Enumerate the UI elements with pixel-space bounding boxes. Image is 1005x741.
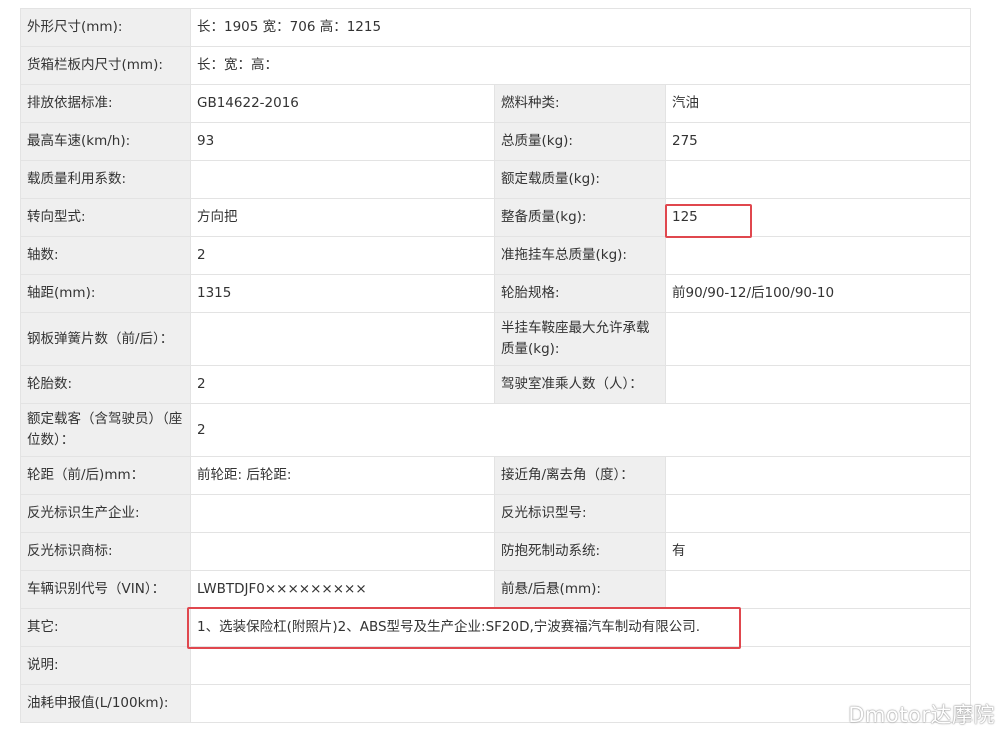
label-notes: 说明:	[20, 646, 191, 685]
value-tire-count: 2	[190, 365, 495, 404]
label-other: 其它:	[20, 608, 191, 647]
value-reflector-model	[664, 494, 972, 533]
label-total-mass: 总质量(kg):	[494, 122, 666, 161]
label-wheelbase: 轴距(mm):	[20, 274, 191, 313]
row-load-factor: 载质量利用系数: 额定载质量(kg):	[20, 160, 972, 199]
value-cargo-box: 长：宽：高：	[189, 46, 972, 85]
label-fuel: 燃料种类:	[494, 84, 666, 123]
label-cargo-box: 货箱栏板内尺寸(mm):	[20, 46, 191, 85]
label-load-factor: 载质量利用系数:	[20, 160, 191, 199]
value-total-mass: 275	[664, 122, 972, 161]
value-overhang	[664, 570, 972, 609]
value-tire-spec: 前90/90-12/后100/90-10	[664, 274, 972, 313]
row-tires: 轮胎数: 2 驾驶室准乘人数（人）：	[20, 365, 972, 404]
value-reflector-brand	[190, 532, 495, 571]
label-dimensions: 外形尺寸(mm):	[20, 8, 191, 47]
label-reflector-brand: 反光标识商标:	[20, 532, 191, 571]
label-trailer-mass: 准拖挂车总质量(kg):	[494, 236, 666, 275]
label-reflector-model: 反光标识型号:	[494, 494, 666, 533]
value-axles: 2	[190, 236, 495, 275]
label-rated-passengers: 额定载客（含驾驶员）（座位数）：	[20, 403, 191, 457]
value-steering: 方向把	[190, 198, 495, 237]
label-leaf-spring: 钢板弹簧片数（前/后）：	[20, 312, 191, 366]
label-fuel-consumption: 油耗申报值(L/100km):	[20, 684, 191, 723]
row-reflector-brand: 反光标识商标: 防抱死制动系统: 有	[20, 532, 972, 571]
row-axles: 轴数: 2 准拖挂车总质量(kg):	[20, 236, 972, 275]
value-vin: LWBTDJF0×××××××××	[190, 570, 495, 609]
label-axles: 轴数:	[20, 236, 191, 275]
row-track: 轮距（前/后)mm： 前轮距: 后轮距: 接近角/离去角（度）：	[20, 456, 972, 495]
row-speed: 最高车速(km/h): 93 总质量(kg): 275	[20, 122, 972, 161]
label-abs: 防抱死制动系统:	[494, 532, 666, 571]
value-abs: 有	[664, 532, 972, 571]
curb-mass-highlight	[665, 204, 752, 238]
value-reflector-maker	[190, 494, 495, 533]
value-emission: GB14622-2016	[190, 84, 495, 123]
label-max-speed: 最高车速(km/h):	[20, 122, 191, 161]
row-passengers: 额定载客（含驾驶员）（座位数）： 2	[20, 403, 972, 457]
row-notes: 说明:	[20, 646, 972, 685]
value-track: 前轮距: 后轮距:	[190, 456, 495, 495]
value-max-speed: 93	[190, 122, 495, 161]
label-track: 轮距（前/后)mm：	[20, 456, 191, 495]
row-steering: 转向型式: 方向把 整备质量(kg): 125	[20, 198, 972, 237]
label-tire-count: 轮胎数:	[20, 365, 191, 404]
value-wheelbase: 1315	[190, 274, 495, 313]
other-highlight	[187, 607, 741, 649]
row-fuel-consumption: 油耗申报值(L/100km):	[20, 684, 972, 723]
row-emission: 排放依据标准: GB14622-2016 燃料种类: 汽油	[20, 84, 972, 123]
label-approach-angle: 接近角/离去角（度）：	[494, 456, 666, 495]
value-trailer-mass	[664, 236, 972, 275]
value-dimensions: 长：1905 宽：706 高：1215	[189, 8, 972, 47]
value-rated-passengers: 2	[189, 403, 972, 457]
row-dimensions: 外形尺寸(mm): 长：1905 宽：706 高：1215	[20, 8, 972, 47]
label-emission: 排放依据标准:	[20, 84, 191, 123]
value-approach-angle	[664, 456, 972, 495]
label-tire-spec: 轮胎规格:	[494, 274, 666, 313]
row-wheelbase: 轴距(mm): 1315 轮胎规格: 前90/90-12/后100/90-10	[20, 274, 972, 313]
watermark: Dmotor达摩院	[848, 703, 995, 727]
label-reflector-maker: 反光标识生产企业:	[20, 494, 191, 533]
row-vin: 车辆识别代号（VIN）： LWBTDJF0××××××××× 前悬/后悬(mm)…	[20, 570, 972, 609]
value-load-factor	[190, 160, 495, 199]
label-rated-load: 额定载质量(kg):	[494, 160, 666, 199]
value-rated-load	[664, 160, 972, 199]
label-cab-capacity: 驾驶室准乘人数（人）：	[494, 365, 666, 404]
label-overhang: 前悬/后悬(mm):	[494, 570, 666, 609]
value-saddle-load	[664, 312, 972, 366]
label-saddle-load: 半挂车鞍座最大允许承载质量(kg):	[494, 312, 666, 366]
label-steering: 转向型式:	[20, 198, 191, 237]
value-fuel: 汽油	[664, 84, 972, 123]
value-notes	[189, 646, 972, 685]
value-leaf-spring	[190, 312, 495, 366]
label-vin: 车辆识别代号（VIN）：	[20, 570, 191, 609]
row-cargo-box: 货箱栏板内尺寸(mm): 长：宽：高：	[20, 46, 972, 85]
value-cab-capacity	[664, 365, 972, 404]
label-curb-mass: 整备质量(kg):	[494, 198, 666, 237]
row-reflector-maker: 反光标识生产企业: 反光标识型号:	[20, 494, 972, 533]
row-leaf-spring: 钢板弹簧片数（前/后）： 半挂车鞍座最大允许承载质量(kg):	[20, 312, 972, 366]
